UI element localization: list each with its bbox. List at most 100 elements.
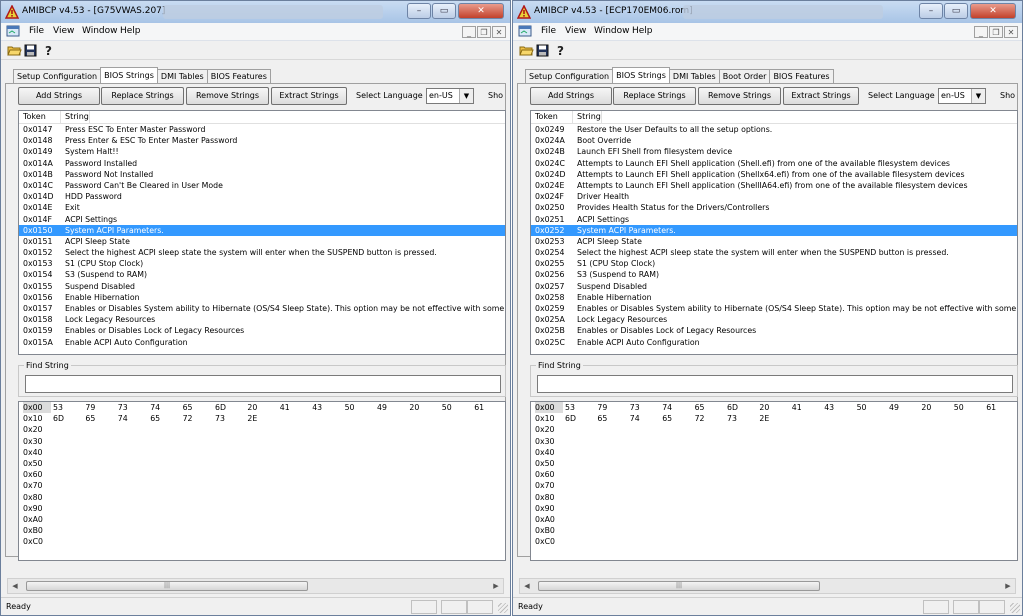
- chevron-down-icon[interactable]: ▼: [971, 89, 985, 103]
- token-column-header[interactable]: Token: [531, 111, 573, 123]
- scroll-left-icon[interactable]: ◀: [520, 579, 534, 593]
- list-row[interactable]: 0x014D HDD Password: [19, 191, 505, 202]
- list-row[interactable]: 0x025B Enables or Disables Lock of Legacy…: [531, 325, 1017, 336]
- list-row[interactable]: 0x024E Attempts to Launch EFI Shell appli…: [531, 180, 1017, 191]
- string-column-header[interactable]: String: [573, 111, 602, 123]
- menu-help[interactable]: Help: [120, 26, 141, 36]
- add-strings-button[interactable]: Add Strings: [18, 87, 100, 105]
- list-row[interactable]: 0x014A Password Installed: [19, 158, 505, 169]
- list-row[interactable]: 0x024F Driver Health: [531, 191, 1017, 202]
- tab-boot-order[interactable]: Boot Order: [718, 69, 771, 83]
- save-icon[interactable]: [535, 43, 550, 57]
- string-list[interactable]: Token String 0x0249 Restore the User Defaul…: [530, 110, 1018, 355]
- list-row[interactable]: 0x0256 S3 (Suspend to RAM): [531, 269, 1017, 280]
- mdi-close-button[interactable]: ✕: [1004, 26, 1018, 38]
- menu-file[interactable]: File: [29, 26, 44, 36]
- remove-strings-button[interactable]: Remove Strings: [698, 87, 781, 105]
- list-row[interactable]: 0x0259 Enables or Disables System ability…: [531, 303, 1017, 314]
- hex-view[interactable]: 0x00 53 79 73 74 65 6D 20 41 43 50 49 20 50 61 0x10 6D 65…: [530, 401, 1018, 561]
- menu-window[interactable]: Window: [594, 26, 630, 36]
- extract-strings-button[interactable]: Extract Strings: [783, 87, 859, 105]
- list-row[interactable]: 0x0254 Select the highest ACPI sleep stat…: [531, 247, 1017, 258]
- list-row[interactable]: 0x0252 System ACPI Parameters.: [531, 224, 1017, 236]
- list-row[interactable]: 0x024B Launch EFI Shell from filesystem d…: [531, 146, 1017, 157]
- help-icon[interactable]: ?: [41, 43, 56, 57]
- open-folder-icon[interactable]: [7, 43, 22, 57]
- menu-view[interactable]: View: [53, 26, 74, 36]
- list-row[interactable]: 0x0250 Provides Health Status for the Dri…: [531, 202, 1017, 213]
- list-row[interactable]: 0x0249 Restore the User Defaults to all t…: [531, 124, 1017, 135]
- list-row[interactable]: 0x0158 Lock Legacy Resources: [19, 314, 505, 325]
- menu-window[interactable]: Window: [82, 26, 118, 36]
- language-select[interactable]: en-US ▼: [938, 88, 986, 104]
- help-icon[interactable]: ?: [553, 43, 568, 57]
- find-string-input[interactable]: [537, 375, 1013, 393]
- list-row[interactable]: 0x0258 Enable Hibernation: [531, 292, 1017, 303]
- find-string-input[interactable]: [25, 375, 501, 393]
- list-row[interactable]: 0x014B Password Not Installed: [19, 169, 505, 180]
- list-row[interactable]: 0x0157 Enables or Disables System ability…: [19, 303, 505, 314]
- tab-setup-configuration[interactable]: Setup Configuration: [525, 69, 614, 83]
- list-row[interactable]: 0x0149 System Halt!!: [19, 146, 505, 157]
- list-row[interactable]: 0x0159 Enables or Disables Lock of Legacy…: [19, 325, 505, 336]
- tab-bios-strings[interactable]: BIOS Strings: [100, 67, 158, 83]
- list-row[interactable]: 0x0156 Enable Hibernation: [19, 292, 505, 303]
- tab-bios-features[interactable]: BIOS Features: [769, 69, 834, 83]
- replace-strings-button[interactable]: Replace Strings: [613, 87, 696, 105]
- hex-view[interactable]: 0x00 53 79 73 74 65 6D 20 41 43 50 49 20 50 61 0x10 6D 65…: [18, 401, 506, 561]
- amibcp-window-left[interactable]: AMIBCP v4.53 - [G75VWAS.207] – ▭ ✕ File View W…: [0, 0, 511, 616]
- mdi-restore-button[interactable]: ❐: [989, 26, 1003, 38]
- list-row[interactable]: 0x0151 ACPI Sleep State: [19, 236, 505, 247]
- list-row[interactable]: 0x014C Password Can't Be Cleared in User …: [19, 180, 505, 191]
- open-folder-icon[interactable]: [519, 43, 534, 57]
- maximize-button[interactable]: ▭: [944, 3, 968, 19]
- chevron-down-icon[interactable]: ▼: [459, 89, 473, 103]
- mdi-close-button[interactable]: ✕: [492, 26, 506, 38]
- list-row[interactable]: 0x024D Attempts to Launch EFI Shell appli…: [531, 169, 1017, 180]
- close-button[interactable]: ✕: [970, 3, 1016, 19]
- minimize-button[interactable]: –: [407, 3, 431, 19]
- mdi-minimize-button[interactable]: _: [974, 26, 988, 38]
- list-row[interactable]: 0x025C Enable ACPI Auto Configuration: [531, 337, 1017, 348]
- list-row[interactable]: 0x0255 S1 (CPU Stop Clock): [531, 258, 1017, 269]
- mdi-minimize-button[interactable]: _: [462, 26, 476, 38]
- list-row[interactable]: 0x0257 Suspend Disabled: [531, 281, 1017, 292]
- horizontal-scrollbar[interactable]: ◀ ▶ |||: [7, 578, 504, 594]
- minimize-button[interactable]: –: [919, 3, 943, 19]
- list-row[interactable]: 0x0253 ACPI Sleep State: [531, 236, 1017, 247]
- list-row[interactable]: 0x0153 S1 (CPU Stop Clock): [19, 258, 505, 269]
- replace-strings-button[interactable]: Replace Strings: [101, 87, 184, 105]
- add-strings-button[interactable]: Add Strings: [530, 87, 612, 105]
- list-row[interactable]: 0x0154 S3 (Suspend to RAM): [19, 269, 505, 280]
- extract-strings-button[interactable]: Extract Strings: [271, 87, 347, 105]
- resize-grip[interactable]: [1010, 603, 1020, 613]
- token-column-header[interactable]: Token: [19, 111, 61, 123]
- string-column-header[interactable]: String: [61, 111, 90, 123]
- tab-dmi-tables[interactable]: DMI Tables: [668, 69, 720, 83]
- tab-bios-strings[interactable]: BIOS Strings: [612, 67, 670, 83]
- language-select[interactable]: en-US ▼: [426, 88, 474, 104]
- tab-dmi-tables[interactable]: DMI Tables: [156, 69, 208, 83]
- mdi-restore-button[interactable]: ❐: [477, 26, 491, 38]
- scroll-right-icon[interactable]: ▶: [1001, 579, 1015, 593]
- save-icon[interactable]: [23, 43, 38, 57]
- list-row[interactable]: 0x024C Attempts to Launch EFI Shell appli…: [531, 158, 1017, 169]
- scrollbar-thumb[interactable]: |||: [26, 581, 308, 591]
- tab-bios-features[interactable]: BIOS Features: [206, 69, 271, 83]
- list-row[interactable]: 0x0251 ACPI Settings: [531, 214, 1017, 225]
- scroll-right-icon[interactable]: ▶: [489, 579, 503, 593]
- list-row[interactable]: 0x024A Boot Override: [531, 135, 1017, 146]
- list-row[interactable]: 0x0147 Press ESC To Enter Master Password: [19, 124, 505, 135]
- list-row[interactable]: 0x014E Exit: [19, 202, 505, 213]
- tab-setup-configuration[interactable]: Setup Configuration: [13, 69, 102, 83]
- close-button[interactable]: ✕: [458, 3, 504, 19]
- list-row[interactable]: 0x0150 System ACPI Parameters.: [19, 224, 505, 236]
- horizontal-scrollbar[interactable]: ◀ ▶ |||: [519, 578, 1016, 594]
- maximize-button[interactable]: ▭: [432, 3, 456, 19]
- title-bar[interactable]: AMIBCP v4.53 - [G75VWAS.207] – ▭ ✕: [1, 1, 510, 23]
- menu-view[interactable]: View: [565, 26, 586, 36]
- remove-strings-button[interactable]: Remove Strings: [186, 87, 269, 105]
- scrollbar-thumb[interactable]: |||: [538, 581, 820, 591]
- scroll-left-icon[interactable]: ◀: [8, 579, 22, 593]
- list-row[interactable]: 0x025A Lock Legacy Resources: [531, 314, 1017, 325]
